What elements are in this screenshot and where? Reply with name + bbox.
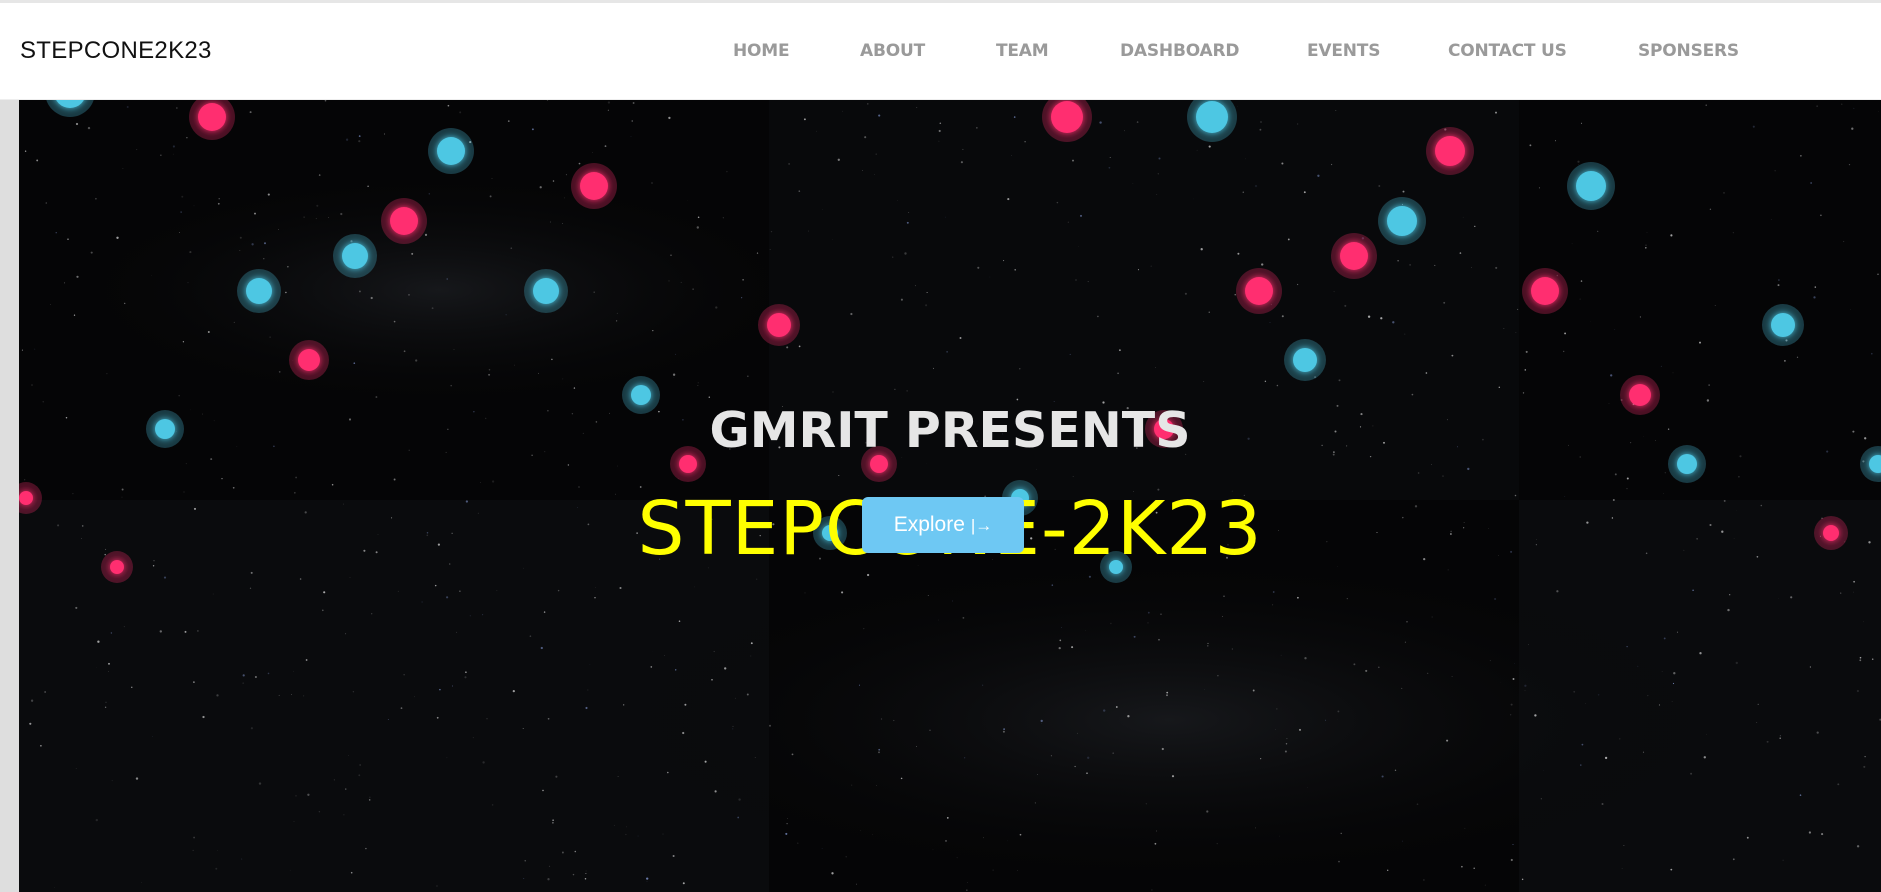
particle-dot <box>390 207 418 235</box>
particle-dot <box>1293 348 1317 372</box>
particle-dot <box>580 172 608 200</box>
nav-item-team[interactable]: TEAM <box>996 41 1049 61</box>
particle-dot <box>342 243 368 269</box>
nav-item-events[interactable]: EVENTS <box>1307 41 1380 61</box>
nav-menu: HOME ABOUT TEAM DASHBOARD EVENTS CONTACT… <box>0 41 1881 71</box>
particle-dot <box>198 103 226 131</box>
particle-dot <box>1340 242 1368 270</box>
navbar: STEPCONE2K23 HOME ABOUT TEAM DASHBOARD E… <box>0 3 1881 100</box>
particle-dot <box>298 349 320 371</box>
particle-dot <box>1771 313 1795 337</box>
hero-subtitle: GMRIT PRESENTS <box>709 402 1191 459</box>
nav-item-home[interactable]: HOME <box>733 41 790 61</box>
nav-item-sponsers[interactable]: SPONSERS <box>1638 41 1739 61</box>
nav-item-dashboard[interactable]: DASHBOARD <box>1120 41 1239 61</box>
nav-item-about[interactable]: ABOUT <box>860 41 925 61</box>
particle-dot <box>1576 171 1606 201</box>
arrow-right-to-line-icon: |→ <box>970 516 993 535</box>
left-gutter <box>0 100 19 892</box>
explore-button[interactable]: Explore |→ <box>862 497 1024 553</box>
nav-item-contact-us[interactable]: CONTACT US <box>1448 41 1567 61</box>
particle-dot <box>1196 101 1228 133</box>
particle-dot <box>246 278 272 304</box>
particle-dot <box>533 278 559 304</box>
explore-button-label: Explore <box>893 513 965 536</box>
particle-dot <box>1531 277 1559 305</box>
particle-dot <box>1387 206 1417 236</box>
particle-dot <box>1051 101 1083 133</box>
particle-dot <box>437 137 465 165</box>
particle-dot <box>767 313 791 337</box>
particle-dot <box>1245 277 1273 305</box>
particle-dot <box>1435 136 1465 166</box>
hero-section: GMRIT PRESENTS STEPCONE-2K23 Explore|→ <box>19 100 1881 892</box>
